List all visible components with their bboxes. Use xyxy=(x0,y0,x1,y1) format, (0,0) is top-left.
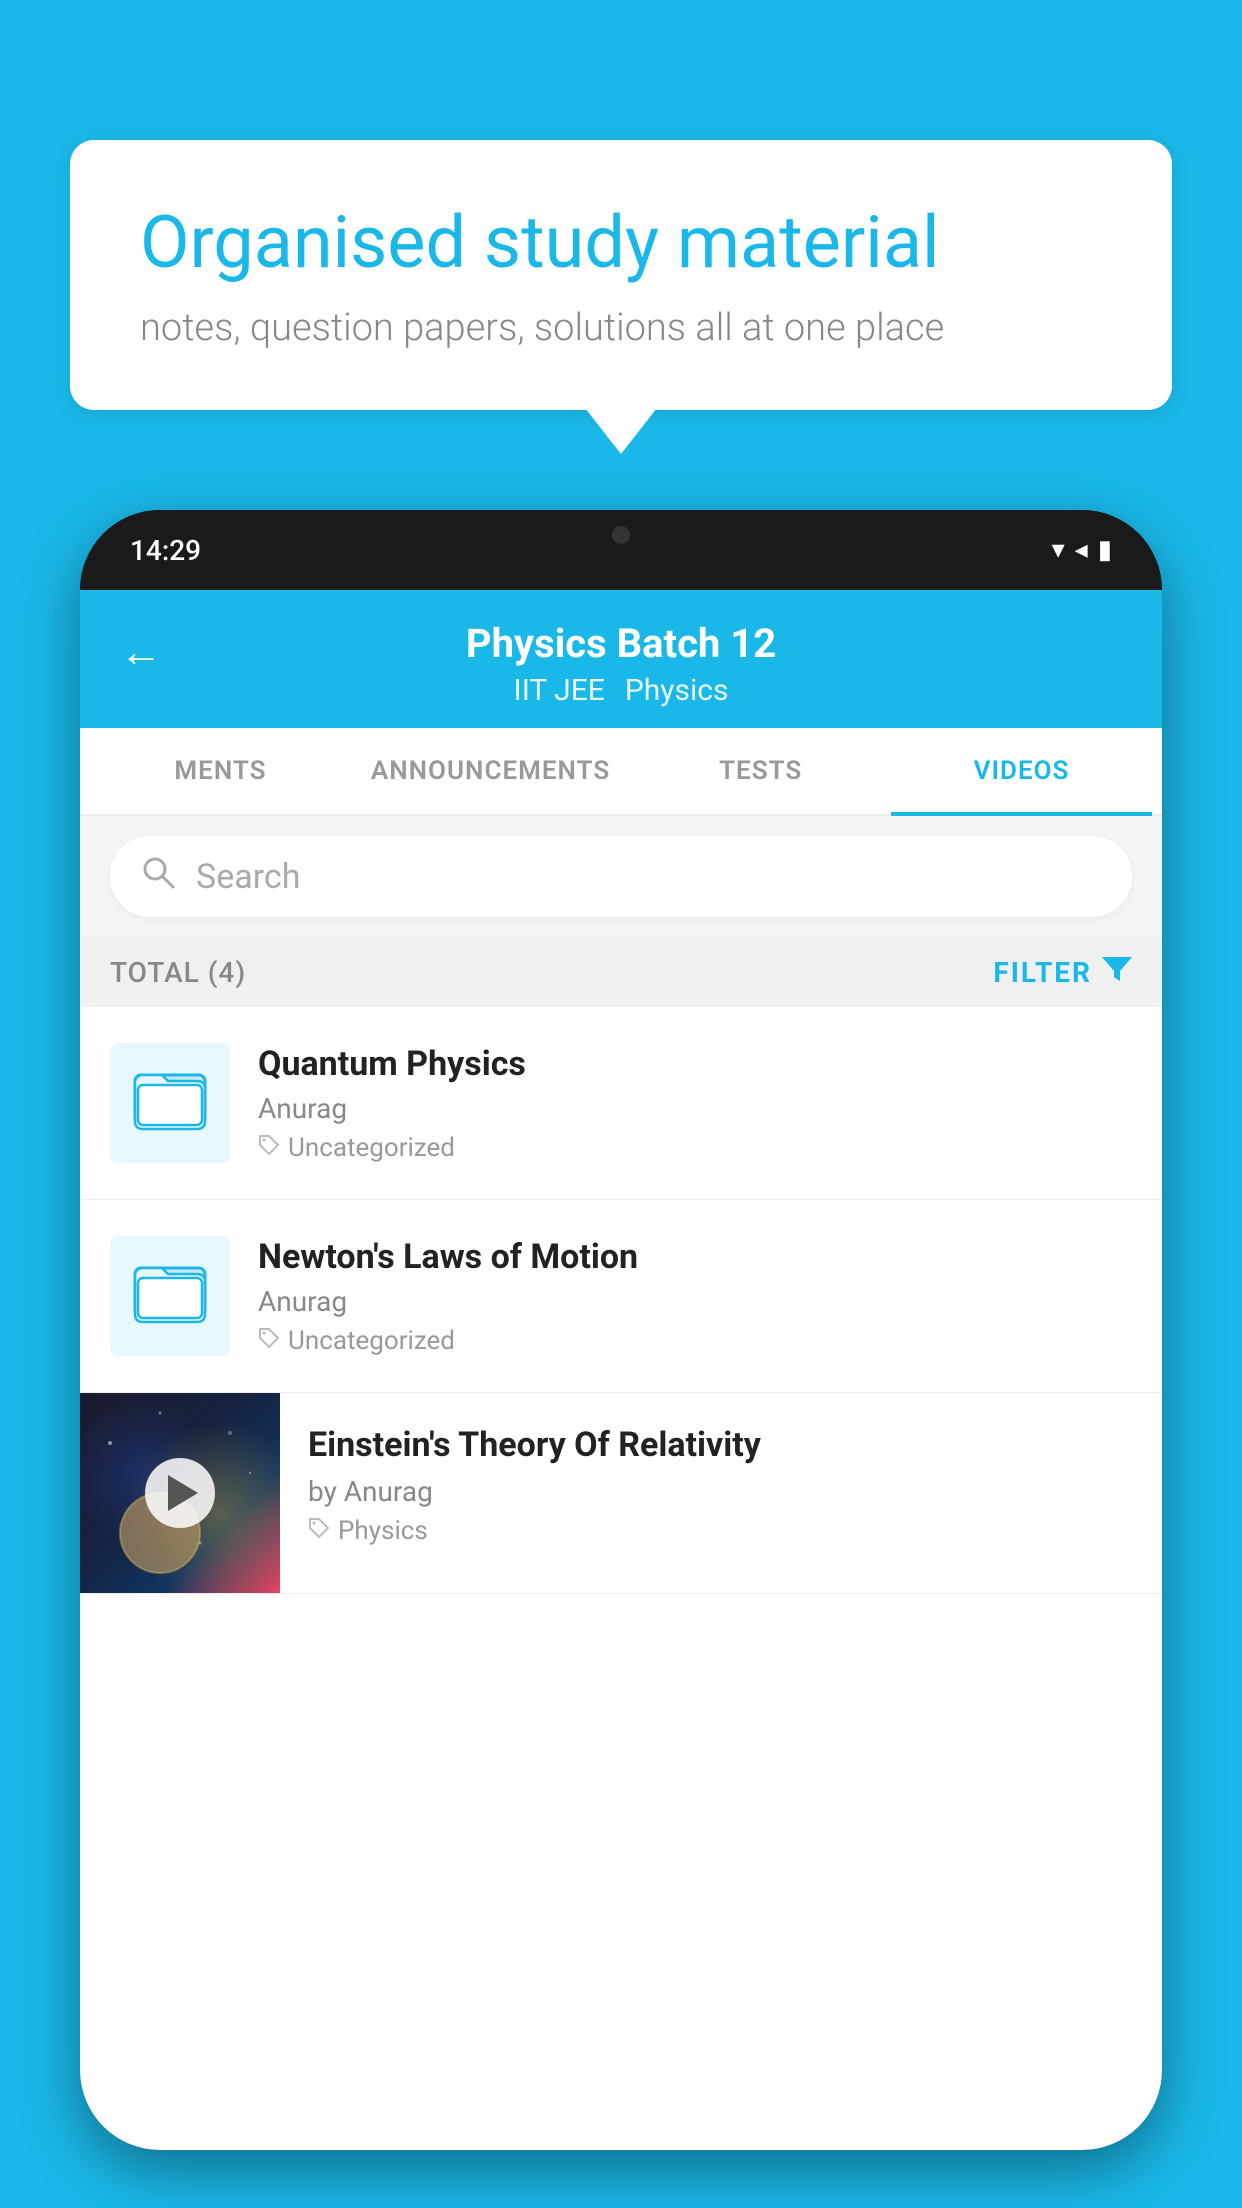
video-author: by Anurag xyxy=(308,1475,1132,1508)
video-thumbnail xyxy=(110,1043,230,1163)
video-item-info: Quantum Physics Anurag Uncategorized xyxy=(258,1044,1132,1163)
video-thumbnail xyxy=(110,1236,230,1356)
status-time: 14:29 xyxy=(130,534,201,567)
list-item[interactable]: Newton's Laws of Motion Anurag Uncategor… xyxy=(80,1200,1162,1393)
folder-icon xyxy=(130,1053,210,1153)
video-title: Newton's Laws of Motion xyxy=(258,1237,1132,1277)
list-item[interactable]: Einstein's Theory Of Relativity by Anura… xyxy=(80,1393,1162,1594)
list-item[interactable]: Quantum Physics Anurag Uncategorized xyxy=(80,1007,1162,1200)
tab-videos[interactable]: VIDEOS xyxy=(891,728,1152,814)
tag-label: Uncategorized xyxy=(288,1133,455,1163)
tab-announcements[interactable]: ANNOUNCEMENTS xyxy=(351,728,630,814)
video-item-info: Newton's Laws of Motion Anurag Uncategor… xyxy=(258,1237,1132,1356)
video-tag: Uncategorized xyxy=(258,1133,1132,1163)
battery-icon: ▮ xyxy=(1098,535,1112,565)
filter-label: FILTER xyxy=(993,956,1092,989)
filter-icon xyxy=(1102,953,1132,991)
tag-icon xyxy=(308,1516,330,1546)
headline: Organised study material xyxy=(140,200,1102,286)
play-triangle-icon xyxy=(168,1475,198,1511)
tag-label: Uncategorized xyxy=(288,1326,455,1356)
wifi-icon: ▾ xyxy=(1052,535,1065,565)
folder-icon xyxy=(130,1246,210,1346)
einstein-info: Einstein's Theory Of Relativity by Anura… xyxy=(280,1393,1162,1576)
einstein-thumbnail xyxy=(80,1393,280,1593)
tab-ments[interactable]: MENTS xyxy=(90,728,351,814)
subtitle-physics: Physics xyxy=(625,673,729,708)
status-bar: 14:29 ▾ ◂ ▮ xyxy=(80,510,1162,590)
video-title: Einstein's Theory Of Relativity xyxy=(308,1423,1132,1467)
phone-screen: ← Physics Batch 12 IIT JEE Physics MENTS… xyxy=(80,590,1162,2150)
video-title: Quantum Physics xyxy=(258,1044,1132,1084)
filter-row: TOTAL (4) FILTER xyxy=(80,937,1162,1007)
search-bar-container: Search xyxy=(80,816,1162,937)
tag-icon xyxy=(258,1326,280,1356)
signal-icon: ◂ xyxy=(1075,535,1088,565)
back-button[interactable]: ← xyxy=(120,628,162,677)
header-subtitle: IIT JEE Physics xyxy=(514,673,729,708)
tag-label: Physics xyxy=(338,1516,428,1546)
subtitle-iitjee: IIT JEE xyxy=(514,673,605,708)
video-tag: Uncategorized xyxy=(258,1326,1132,1356)
speech-bubble: Organised study material notes, question… xyxy=(70,140,1172,410)
camera-dot xyxy=(612,526,630,544)
tab-bar: MENTS ANNOUNCEMENTS TESTS VIDEOS xyxy=(80,728,1162,816)
search-icon xyxy=(140,854,176,899)
play-button[interactable] xyxy=(145,1458,215,1528)
speech-bubble-container: Organised study material notes, question… xyxy=(70,140,1172,410)
notch xyxy=(571,510,671,560)
app-header: ← Physics Batch 12 IIT JEE Physics xyxy=(80,590,1162,728)
tag-icon xyxy=(258,1133,280,1163)
phone-frame: 14:29 ▾ ◂ ▮ ← Physics Batch 12 IIT JEE P… xyxy=(80,510,1162,2150)
search-input-placeholder[interactable]: Search xyxy=(196,857,300,897)
video-list: Quantum Physics Anurag Uncategorized xyxy=(80,1007,1162,1594)
tab-tests[interactable]: TESTS xyxy=(630,728,891,814)
video-author: Anurag xyxy=(258,1285,1132,1318)
video-author: Anurag xyxy=(258,1092,1132,1125)
header-title: Physics Batch 12 xyxy=(466,620,776,667)
filter-button[interactable]: FILTER xyxy=(993,953,1132,991)
subtext: notes, question papers, solutions all at… xyxy=(140,306,1102,350)
video-tag: Physics xyxy=(308,1516,1132,1546)
search-bar[interactable]: Search xyxy=(110,836,1132,917)
status-icons: ▾ ◂ ▮ xyxy=(1052,535,1112,565)
total-count: TOTAL (4) xyxy=(110,956,246,989)
